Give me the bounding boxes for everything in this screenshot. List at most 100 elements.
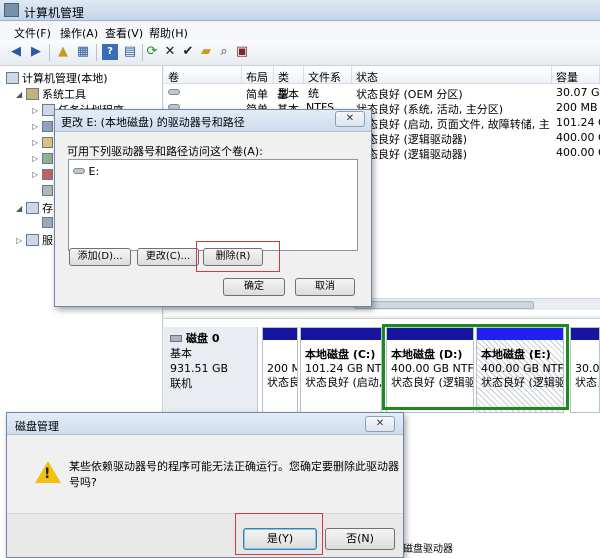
back-arrow-icon[interactable]: ◀	[8, 44, 24, 60]
search-icon[interactable]: ⌕	[216, 44, 232, 60]
computer-management-icon	[4, 3, 19, 17]
menu-action[interactable]: 操作(A)	[60, 25, 98, 41]
partition-c[interactable]: 本地磁盘 (C:) 101.24 GB NTF 状态良好 (启动,	[300, 327, 382, 413]
add-button[interactable]: 添加(D)...	[69, 248, 131, 266]
partition-bar	[301, 328, 381, 340]
tree-item-storage[interactable]: 存	[26, 200, 53, 216]
help-icon[interactable]: ?	[102, 44, 118, 60]
table-cell-capacity: 101.24 GB	[556, 116, 600, 129]
disk-name: 磁盘 0	[186, 332, 220, 345]
collapse-arrow-icon[interactable]: ◢	[16, 90, 22, 99]
dialog-footer: 是(Y) 否(N)	[7, 513, 403, 557]
table-cell-status: 状态良好 (逻辑驱动器)	[356, 148, 468, 161]
partition-status: 状态良好 (启动,	[305, 376, 382, 389]
table-cell-type: 基本	[277, 88, 299, 101]
toolbar: ◀ ▶ ▲ ▦ ? ▤ ⟳ ✕ ✔ ▰ ⌕ ▣	[0, 40, 600, 66]
partition-size: 30.07	[575, 362, 600, 375]
column-header-volume[interactable]: 卷	[164, 66, 242, 84]
column-header-type[interactable]: 类型	[274, 66, 304, 100]
forward-arrow-icon[interactable]: ▶	[28, 44, 44, 60]
table-cell-status: 状态良好 (启动, 页面文件, 故障转储, 主分区)	[356, 118, 550, 131]
partition-bar	[571, 328, 599, 340]
table-cell-status: 状态良好 (系统, 活动, 主分区)	[356, 103, 504, 116]
change-drive-letter-dialog: 更改 E: (本地磁盘) 的驱动器号和路径 ✕ 可用下列驱动器号和路径访问这个卷…	[54, 109, 372, 307]
disk-management-icon[interactable]	[42, 217, 53, 228]
partition-oem[interactable]: 30.07状态良	[570, 327, 600, 413]
confirm-message: 某些依赖驱动器号的程序可能无法正确运行。您确定要删除此驱动器号吗?	[69, 460, 399, 489]
check-icon[interactable]: ✔	[180, 44, 196, 60]
column-header-capacity[interactable]: 容量	[552, 66, 600, 84]
partition-size: 200 M	[267, 362, 298, 375]
highlight-box-yes	[235, 513, 323, 555]
table-cell-capacity: 30.07 GB	[556, 86, 600, 99]
close-icon[interactable]: ✕	[365, 416, 395, 432]
dialog-title: 更改 E: (本地磁盘) 的驱动器号和路径	[55, 110, 371, 132]
expand-arrow-icon[interactable]: ▷	[32, 154, 38, 163]
partition-bar	[263, 328, 297, 340]
toolbar-separator	[142, 44, 143, 61]
tree-item-label: 存	[42, 202, 53, 215]
show-hide-tree-icon[interactable]: ▦	[75, 44, 91, 60]
window-title: 计算机管理	[24, 6, 85, 20]
expand-arrow-icon[interactable]: ▷	[32, 122, 38, 131]
dialog-title: 磁盘管理	[7, 413, 403, 435]
collapse-arrow-icon[interactable]: ◢	[16, 204, 22, 213]
list-item-label: E:	[88, 165, 100, 178]
scrollbar-thumb[interactable]	[354, 301, 534, 309]
refresh-icon[interactable]: ⟳	[144, 44, 160, 60]
services-icon	[26, 234, 39, 246]
expand-arrow-icon[interactable]: ▷	[32, 138, 38, 147]
expand-arrow-icon[interactable]: ▷	[32, 170, 38, 179]
event-viewer-icon[interactable]	[42, 121, 53, 132]
export-icon[interactable]: ▣	[234, 44, 250, 60]
table-cell-capacity: 400.00 GB	[556, 131, 600, 144]
table-cell-status: 状态良好 (OEM 分区)	[356, 88, 463, 101]
change-button[interactable]: 更改(C)...	[137, 248, 199, 266]
expand-arrow-icon[interactable]: ▷	[16, 236, 22, 245]
column-header-status[interactable]: 状态	[352, 66, 552, 84]
ok-button[interactable]: 确定	[223, 278, 285, 296]
disk-drives-label: 磁盘驱动器	[403, 544, 453, 555]
cancel-button[interactable]: 取消	[295, 278, 355, 296]
warning-exclamation: !	[44, 466, 51, 482]
table-cell-capacity: 400.00 GB	[556, 146, 600, 159]
device-manager-icon[interactable]	[42, 185, 53, 196]
toolbar-separator	[49, 44, 50, 61]
menu-file[interactable]: 文件(F)	[14, 25, 51, 41]
highlight-box-logical-drives	[382, 324, 569, 410]
drive-letter-listbox[interactable]: E:	[68, 159, 358, 251]
folder-open-icon[interactable]: ▰	[198, 44, 214, 60]
up-folder-icon[interactable]: ▲	[55, 44, 71, 60]
close-icon[interactable]: ✕	[335, 111, 365, 127]
disk-icon	[170, 335, 182, 342]
partition-size: 101.24 GB NTF	[305, 362, 382, 375]
tree-item-system-tools[interactable]: 系统工具	[26, 86, 86, 102]
disk-info-panel[interactable]: 磁盘 0 基本 931.51 GB 联机	[164, 327, 258, 417]
table-cell-capacity: 200 MB	[556, 101, 598, 114]
delete-icon[interactable]: ✕	[162, 44, 178, 60]
shared-folders-icon[interactable]	[42, 137, 53, 148]
partition-name: 本地磁盘 (C:)	[305, 348, 376, 361]
partition-status: 状态良	[575, 376, 599, 389]
menu-view[interactable]: 查看(V)	[105, 25, 143, 41]
expand-arrow-icon[interactable]: ▷	[32, 106, 38, 115]
list-item[interactable]: E:	[73, 165, 99, 178]
toolbox-icon	[26, 88, 39, 100]
partition-system-reserved[interactable]: 200 M 状态良	[262, 327, 298, 413]
tree-item-root[interactable]: 计算机管理(本地)	[6, 70, 108, 86]
computer-icon	[6, 72, 19, 84]
column-header-layout[interactable]: 布局	[242, 66, 274, 84]
table-cell-layout: 简单	[246, 88, 268, 101]
performance-icon[interactable]	[42, 169, 53, 180]
local-users-icon[interactable]	[42, 153, 53, 164]
no-button[interactable]: 否(N)	[325, 528, 395, 550]
column-header-filesystem[interactable]: 文件系统	[304, 66, 352, 100]
properties-icon[interactable]: ▤	[122, 44, 138, 60]
disk-status: 联机	[170, 377, 192, 390]
menu-bar: 文件(F) 操作(A) 查看(V) 帮助(H)	[0, 22, 600, 40]
menu-help[interactable]: 帮助(H)	[149, 25, 188, 41]
tree-item-label: 计算机管理(本地)	[22, 72, 108, 85]
disk-size: 931.51 GB	[170, 362, 229, 375]
partition-name	[575, 348, 595, 362]
tree-item-services[interactable]: 服	[26, 232, 53, 248]
